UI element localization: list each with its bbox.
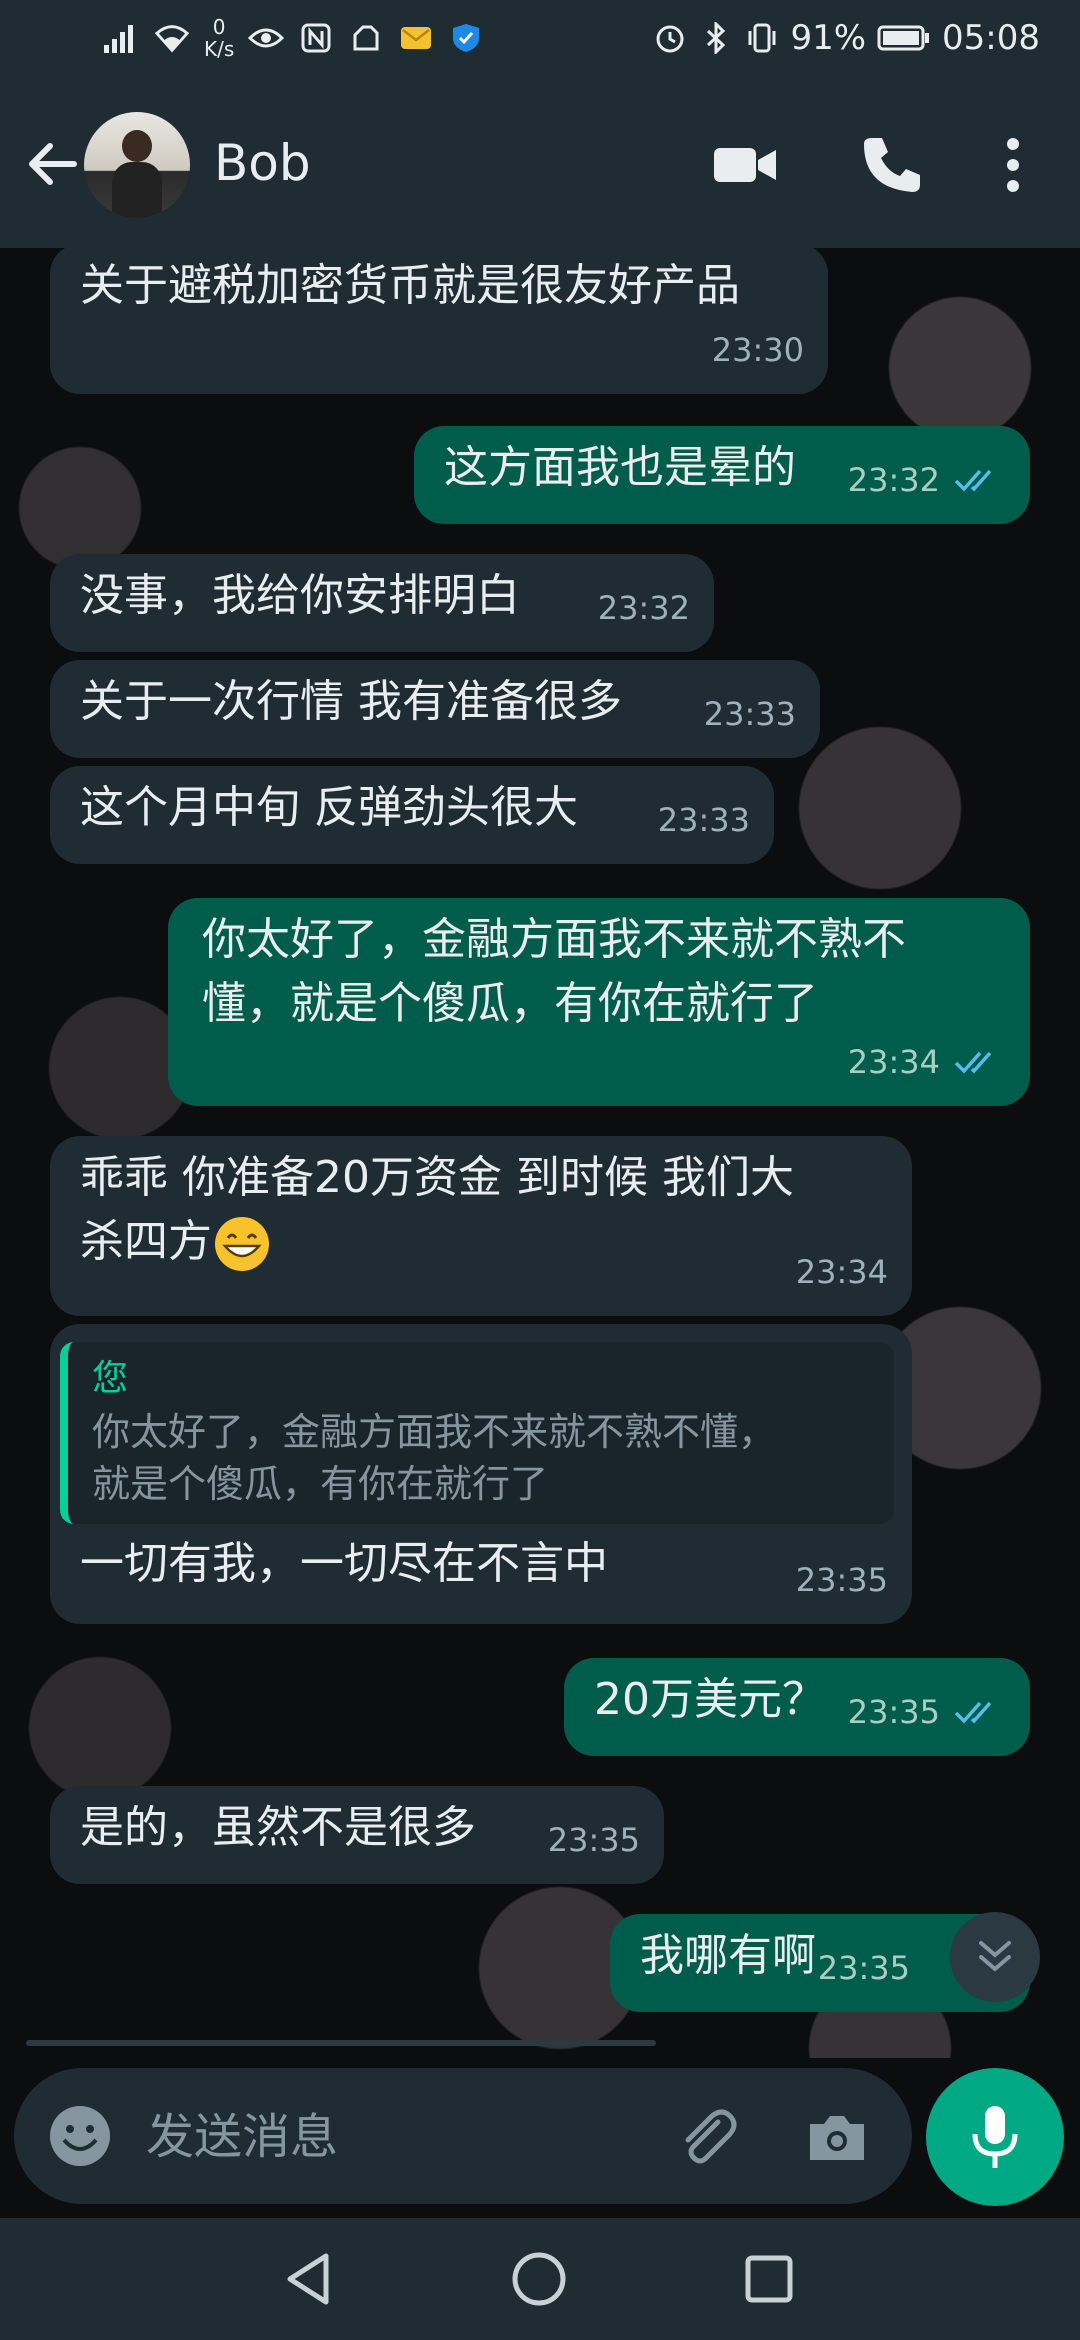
message-bubble[interactable]: 你太好了，金融方面我不来就不熟不 懂，就是个傻瓜，有你在就行了 23:34 bbox=[168, 898, 1030, 1106]
message-time: 23:34 bbox=[847, 1043, 940, 1081]
message-bubble[interactable]: 关于一次行情 我有准备很多 23:33 bbox=[50, 660, 820, 758]
network-speed: 0 K/s bbox=[204, 15, 235, 61]
nav-recents-icon[interactable] bbox=[736, 2246, 802, 2312]
quoted-text: 你太好了，金融方面我不来就不熟不懂， 就是个傻瓜，有你在就行了 bbox=[92, 1410, 777, 1506]
camera-icon[interactable] bbox=[804, 2104, 870, 2170]
read-ticks-icon bbox=[954, 469, 992, 492]
message-bubble[interactable]: 乖乖 你准备20万资金 到时候 我们大 杀四方 23:34 bbox=[50, 1136, 912, 1316]
mail-icon bbox=[398, 20, 434, 56]
read-ticks-icon bbox=[954, 1051, 992, 1074]
message-bubble[interactable]: 是的，虽然不是很多 23:35 bbox=[50, 1786, 664, 1884]
grinning-emoji-icon bbox=[215, 1217, 269, 1271]
battery-percent: 91% bbox=[790, 18, 867, 58]
nfc-icon bbox=[298, 20, 334, 56]
scroll-to-bottom-button[interactable] bbox=[950, 1912, 1040, 2002]
clock: 05:08 bbox=[942, 18, 1040, 58]
message-composer bbox=[14, 2068, 912, 2204]
message-text: 没事，我给你安排明白 bbox=[80, 570, 520, 621]
quoted-author: 您 bbox=[92, 1358, 129, 1399]
message-input[interactable] bbox=[144, 2098, 668, 2176]
microphone-button[interactable] bbox=[926, 2068, 1064, 2206]
back-arrow-icon[interactable] bbox=[20, 132, 84, 196]
eye-icon bbox=[248, 20, 285, 56]
message-time: 23:33 bbox=[657, 801, 750, 839]
battery-icon bbox=[876, 20, 932, 56]
message-bubble[interactable]: 关于避税加密货币就是很友好产品 23:30 bbox=[50, 248, 828, 394]
wifi-icon bbox=[154, 20, 190, 56]
message-bubble[interactable]: 这方面我也是晕的 23:32 bbox=[414, 426, 1030, 524]
message-text: 关于避税加密货币就是很友好产品 bbox=[80, 260, 740, 311]
alarm-icon bbox=[652, 20, 688, 56]
system-navigation-bar bbox=[0, 2218, 1080, 2340]
status-bar: 0 K/s 91% 05:08 bbox=[0, 0, 1080, 82]
message-time: 23:33 bbox=[703, 695, 796, 733]
message-time: 23:35 bbox=[847, 1693, 940, 1731]
message-text: 这个月中旬 反弹劲头很大 bbox=[80, 782, 578, 833]
divider bbox=[26, 2040, 656, 2046]
message-time: 23:35 bbox=[817, 1949, 910, 1987]
message-bubble[interactable]: 20万美元？ 23:35 bbox=[564, 1658, 1030, 1756]
double-chevron-down-icon bbox=[979, 1941, 1011, 1972]
nav-back-icon[interactable] bbox=[276, 2246, 342, 2312]
message-time: 23:35 bbox=[547, 1821, 640, 1859]
shield-icon bbox=[448, 20, 484, 56]
signal-icon bbox=[104, 20, 140, 56]
vibrate-icon bbox=[744, 20, 780, 56]
emoji-icon[interactable] bbox=[46, 2102, 114, 2170]
message-time: 23:30 bbox=[711, 331, 804, 369]
phone-call-icon[interactable] bbox=[858, 132, 924, 198]
more-options-icon[interactable] bbox=[990, 132, 1036, 198]
read-ticks-icon bbox=[954, 1701, 992, 1724]
nav-home-icon[interactable] bbox=[506, 2246, 572, 2312]
message-text: 你太好了，金融方面我不来就不熟不 懂，就是个傻瓜，有你在就行了 bbox=[202, 914, 906, 1029]
contact-name[interactable]: Bob bbox=[214, 134, 311, 192]
message-time: 23:34 bbox=[795, 1253, 888, 1291]
avatar[interactable] bbox=[84, 112, 190, 218]
message-time: 23:35 bbox=[795, 1561, 888, 1599]
message-text: 关于一次行情 我有准备很多 bbox=[80, 676, 622, 727]
message-time: 23:32 bbox=[597, 589, 690, 627]
app-notification-icon bbox=[348, 20, 384, 56]
bluetooth-icon bbox=[698, 20, 734, 56]
message-bubble[interactable]: 这个月中旬 反弹劲头很大 23:33 bbox=[50, 766, 774, 864]
quoted-message[interactable]: 您 你太好了，金融方面我不来就不熟不懂， 就是个傻瓜，有你在就行了 bbox=[60, 1342, 894, 1524]
message-time: 23:32 bbox=[847, 461, 940, 499]
attachment-icon[interactable] bbox=[674, 2104, 740, 2170]
message-text: 乖乖 你准备20万资金 到时候 我们大 杀四方 bbox=[80, 1152, 794, 1267]
message-bubble[interactable]: 没事，我给你安排明白 23:32 bbox=[50, 554, 714, 652]
chat-header: Bob bbox=[0, 82, 1080, 248]
chat-area[interactable]: 关于避税加密货币就是很友好产品 23:30 这方面我也是晕的 23:32 没事，… bbox=[0, 248, 1080, 2058]
message-text: 一切有我，一切尽在不言中 bbox=[80, 1538, 608, 1589]
message-bubble-with-reply[interactable]: 您 你太好了，金融方面我不来就不熟不懂， 就是个傻瓜，有你在就行了 一切有我，一… bbox=[50, 1324, 912, 1624]
microphone-icon bbox=[972, 2106, 1018, 2168]
video-call-icon[interactable] bbox=[712, 132, 778, 198]
